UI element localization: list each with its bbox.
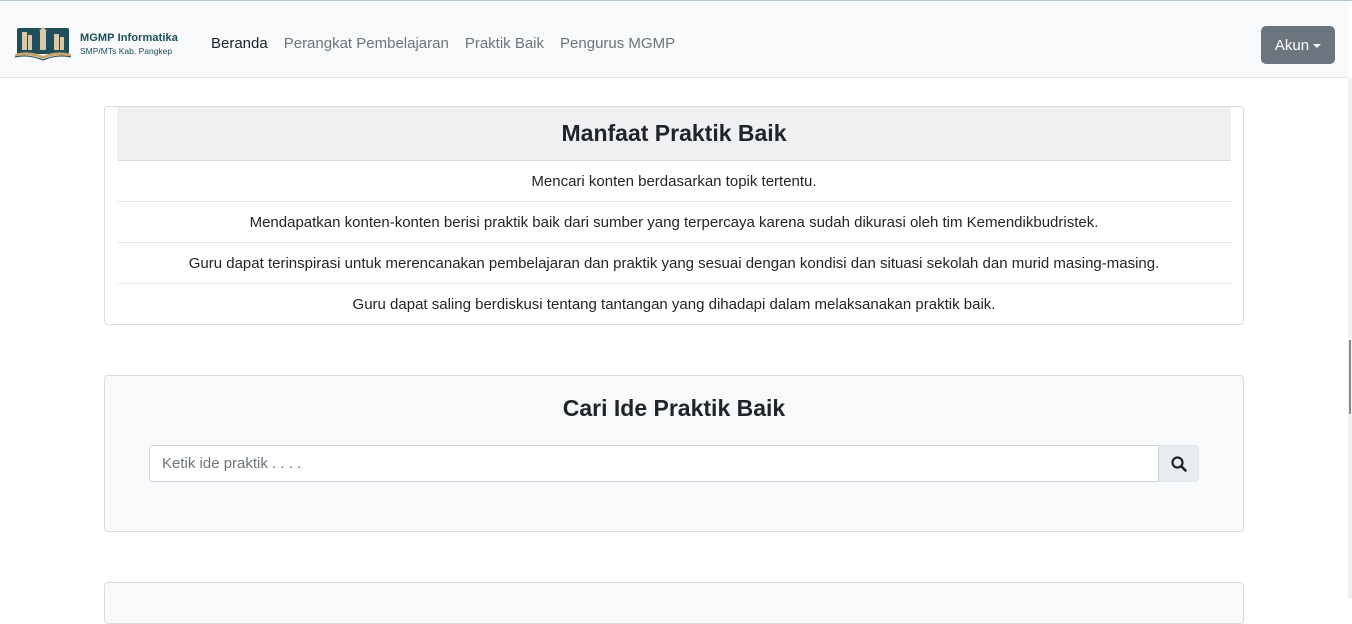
- nav-item-pengurus-mgmp[interactable]: Pengurus MGMP: [552, 35, 683, 52]
- next-card-partial: [104, 582, 1244, 624]
- search-card: Cari Ide Praktik Baik: [104, 375, 1244, 532]
- search-title: Cari Ide Praktik Baik: [562, 395, 786, 421]
- account-dropdown-button[interactable]: Akun: [1261, 26, 1335, 64]
- logo-book-icon: [14, 27, 72, 61]
- nav-item-beranda[interactable]: Beranda: [203, 35, 276, 52]
- benefits-card: Manfaat Praktik Baik Mencari konten berd…: [104, 106, 1244, 325]
- nav-links: Beranda Perangkat Pembelajaran Praktik B…: [203, 35, 683, 52]
- search-button[interactable]: [1159, 445, 1199, 482]
- scrollbar-thumb[interactable]: [1349, 340, 1351, 414]
- search-input[interactable]: [149, 445, 1159, 482]
- brand[interactable]: MGMP Informatika SMP/MTs Kab. Pangkep: [14, 25, 178, 63]
- benefit-item: Mendapatkan konten-konten berisi praktik…: [117, 202, 1231, 243]
- account-label: Akun: [1274, 36, 1310, 54]
- nav-item-praktik-baik[interactable]: Praktik Baik: [457, 35, 552, 52]
- scrollbar-track[interactable]: [1348, 78, 1352, 599]
- navbar: MGMP Informatika SMP/MTs Kab. Pangkep Be…: [0, 1, 1348, 78]
- benefit-item: Mencari konten berdasarkan topik tertent…: [117, 161, 1231, 202]
- brand-subtitle: SMP/MTs Kab. Pangkep: [80, 45, 173, 56]
- nav-item-perangkat-pembelajaran[interactable]: Perangkat Pembelajaran: [276, 35, 457, 52]
- benefit-item: Guru dapat saling berdiskusi tentang tan…: [352, 295, 996, 313]
- benefit-item: Guru dapat terinspirasi untuk merencanak…: [117, 243, 1231, 284]
- brand-title: MGMP Informatika: [80, 31, 178, 44]
- caret-down-icon: [1313, 44, 1322, 48]
- search-icon: [1170, 455, 1187, 472]
- benefits-title: Manfaat Praktik Baik: [117, 107, 1231, 161]
